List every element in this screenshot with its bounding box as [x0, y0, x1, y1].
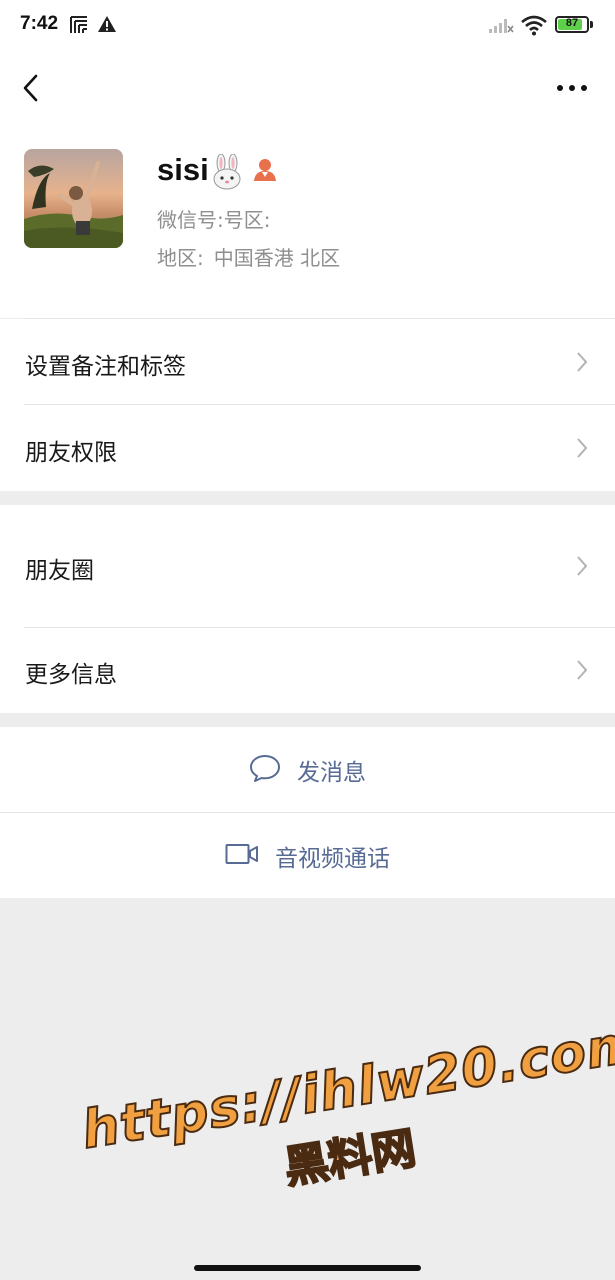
home-indicator[interactable]: [194, 1265, 421, 1271]
chevron-right-icon: [575, 437, 589, 459]
chat-bubble-icon: [249, 753, 281, 787]
video-camera-icon: [225, 843, 259, 869]
watermark: https://ihlw20.com 黑料网: [77, 1012, 615, 1269]
profile-header: sisi 微信号:号区: 地区: 中国香港 北区: [0, 130, 615, 319]
top-nav: [0, 50, 615, 130]
region: 地区: 中国香港 北区: [157, 242, 340, 271]
back-button[interactable]: [16, 70, 48, 106]
battery-icon: 87: [555, 16, 589, 33]
nickname: sisi: [157, 152, 209, 187]
region-value: 中国香港 北区: [213, 246, 341, 270]
menu-group-settings: 设置备注和标签 朋友权限: [0, 319, 615, 491]
more-info-row[interactable]: 更多信息: [0, 627, 615, 713]
send-message-button[interactable]: 发消息: [0, 727, 615, 812]
moments-row[interactable]: 朋友圈: [0, 505, 615, 627]
chevron-left-icon: [16, 74, 48, 110]
region-label: 地区:: [157, 246, 204, 270]
video-call-label: 音视频通话: [275, 845, 390, 872]
avatar[interactable]: [24, 149, 123, 248]
friend-permissions-row[interactable]: 朋友权限: [0, 405, 615, 491]
more-button[interactable]: [552, 76, 592, 100]
chevron-right-icon: [575, 659, 589, 681]
cellular-signal-icon: [488, 16, 514, 38]
wifi-icon: [520, 14, 548, 40]
wechat-id: 微信号:号区:: [157, 208, 271, 232]
video-call-button[interactable]: 音视频通话: [0, 813, 615, 898]
row-label: 更多信息: [25, 662, 117, 688]
set-remark-and-tags-row[interactable]: 设置备注和标签: [0, 319, 615, 405]
row-label: 朋友权限: [25, 440, 117, 466]
chevron-right-icon: [575, 555, 589, 577]
more-dots-icon: [552, 85, 592, 104]
battery-tip: [590, 21, 593, 28]
warning-icon: [97, 15, 117, 37]
rabbit-emoji-icon: [210, 153, 244, 190]
row-label: 朋友圈: [25, 558, 94, 584]
status-bar: 7:42 87: [0, 0, 615, 50]
chevron-right-icon: [575, 351, 589, 373]
menu-group-info: 朋友圈 更多信息: [0, 505, 615, 713]
status-time: 7:42: [20, 13, 59, 34]
send-message-label: 发消息: [297, 759, 366, 786]
row-label: 设置备注和标签: [25, 354, 186, 380]
person-icon: [252, 157, 278, 183]
battery-percentage: 87: [565, 17, 579, 29]
notification-app-icon: [68, 14, 90, 40]
